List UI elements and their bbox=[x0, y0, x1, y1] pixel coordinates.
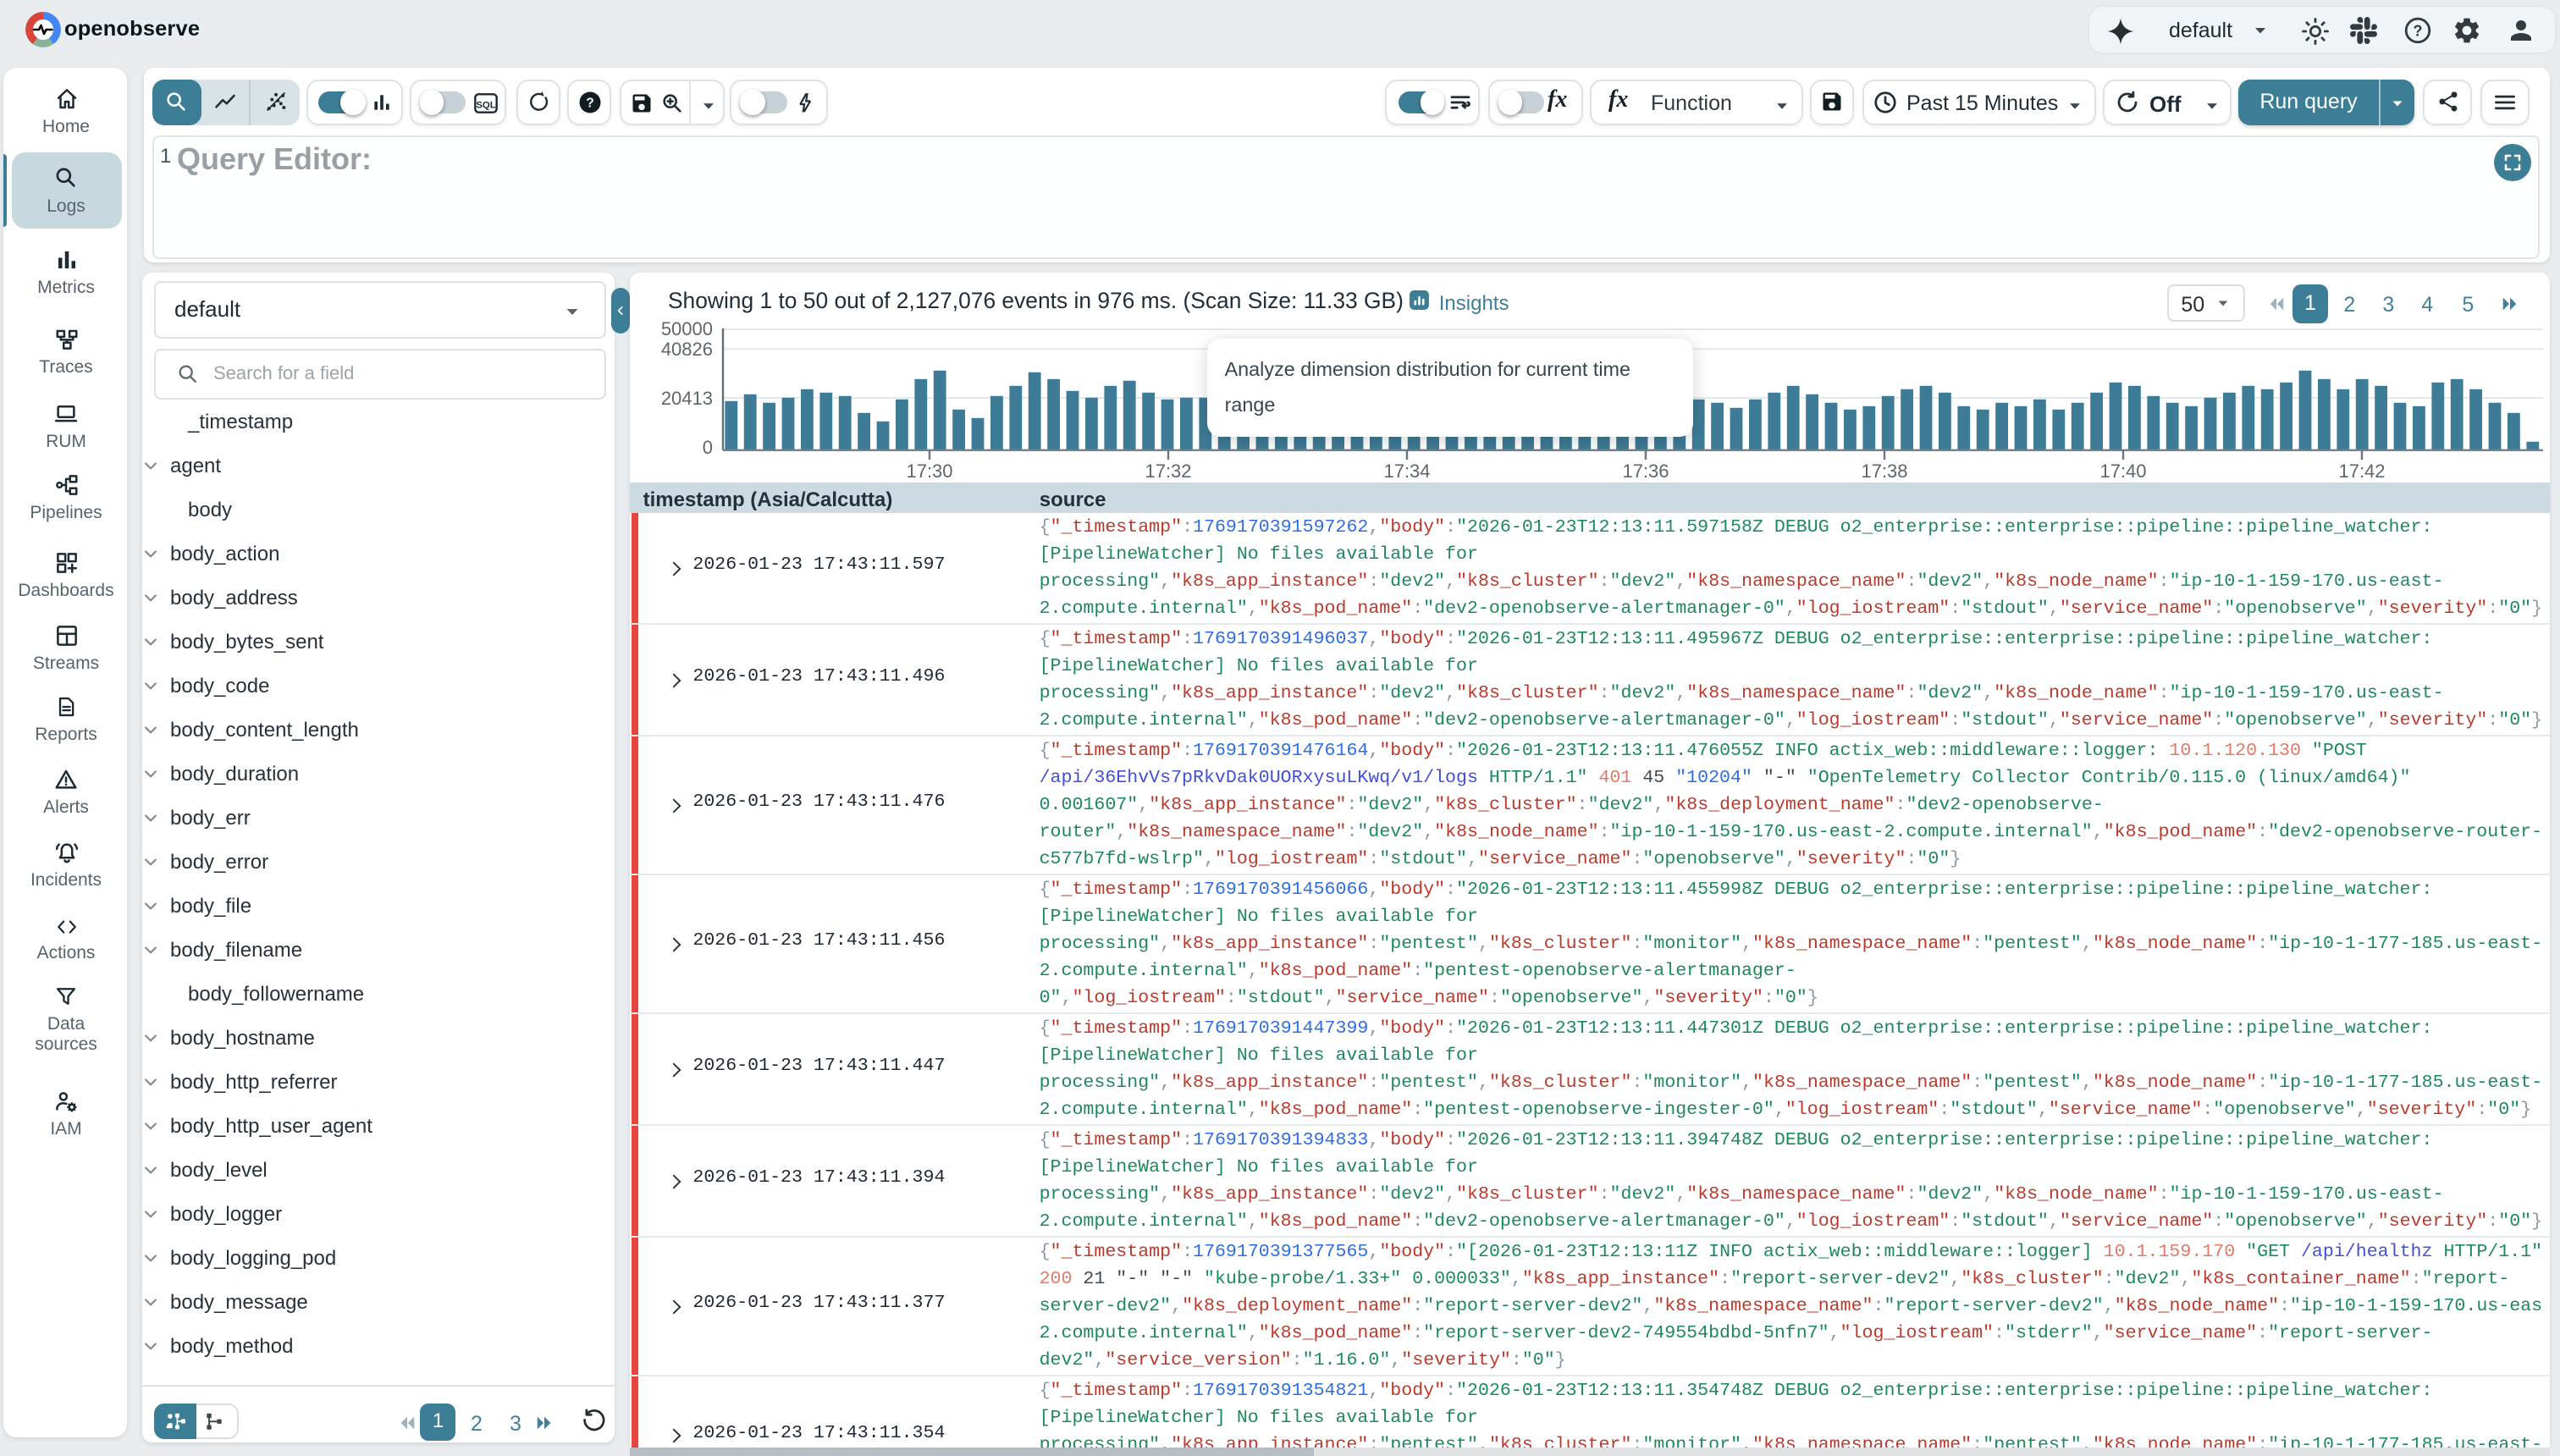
svg-text:?: ? bbox=[585, 97, 593, 111]
svg-text:?: ? bbox=[2413, 22, 2422, 39]
svg-text:SQL: SQL bbox=[475, 99, 494, 109]
